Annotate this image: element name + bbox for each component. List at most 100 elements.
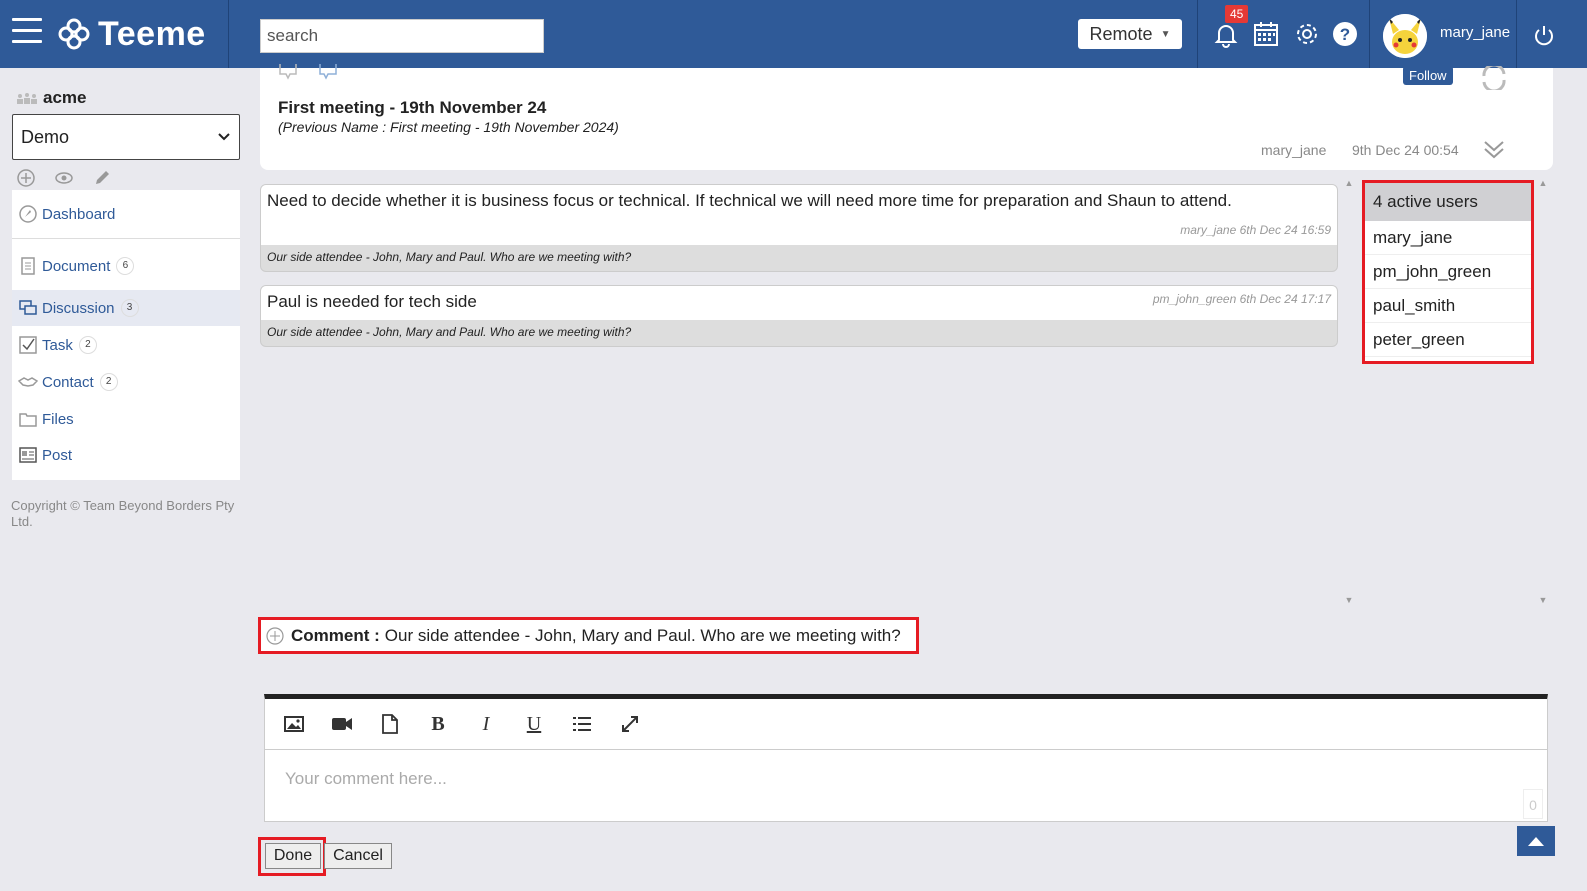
- active-user[interactable]: paul_smith: [1365, 289, 1531, 323]
- document-icon: [21, 257, 35, 275]
- count-badge: 2: [99, 373, 118, 391]
- sidebar-item-label: Discussion: [42, 299, 115, 317]
- sidebar-item-dashboard[interactable]: Dashboard: [12, 196, 240, 232]
- sidebar-item-document[interactable]: Document 6: [12, 248, 240, 284]
- power-icon[interactable]: [1532, 24, 1556, 48]
- file-icon[interactable]: [379, 713, 401, 735]
- topic-header: First meeting - 19th November 24 (Previo…: [260, 64, 1553, 170]
- bell-icon[interactable]: [1212, 20, 1240, 48]
- avatar[interactable]: [1383, 14, 1427, 58]
- topic-author: mary_jane: [1261, 142, 1327, 158]
- refresh-icon[interactable]: [1478, 66, 1510, 90]
- comment-context: Comment : Our side attendee - John, Mary…: [258, 617, 919, 654]
- message-text: Need to decide whether it is business fo…: [267, 191, 1232, 210]
- scroll-to-top-button[interactable]: [1517, 826, 1555, 856]
- count-badge: 6: [116, 257, 135, 275]
- sidebar-item-files[interactable]: Files: [12, 401, 240, 437]
- sidebar-item-label: Task: [42, 336, 73, 354]
- copyright: Copyright © Team Beyond Borders Pty Ltd.: [11, 498, 235, 529]
- sidebar-item-post[interactable]: Post: [12, 437, 240, 473]
- scroll-down-icon[interactable]: ▼: [1536, 595, 1550, 605]
- calendar-icon[interactable]: [1252, 20, 1280, 48]
- add-circle-icon[interactable]: [265, 626, 285, 646]
- discussion-icon: [19, 300, 37, 315]
- dashboard-icon: [19, 205, 37, 223]
- divider: [1516, 0, 1517, 68]
- mode-label: Remote: [1089, 23, 1153, 44]
- comment-text: Our side attendee - John, Mary and Paul.…: [384, 625, 901, 645]
- sidebar-item-contact[interactable]: Contact 2: [12, 364, 240, 400]
- fullscreen-icon[interactable]: [619, 713, 641, 735]
- comment-textarea[interactable]: Your comment here...: [285, 769, 447, 789]
- done-button[interactable]: Done: [265, 843, 321, 869]
- notification-badge: 45: [1225, 5, 1249, 23]
- comment-label: Comment :: [291, 625, 380, 645]
- divider: [12, 238, 240, 239]
- search-input[interactable]: [260, 19, 544, 53]
- svg-text:?: ?: [1340, 25, 1350, 44]
- handshake-icon: [18, 377, 38, 387]
- video-icon[interactable]: [331, 713, 353, 735]
- gear-icon[interactable]: [1293, 20, 1321, 48]
- menu-icon[interactable]: [12, 18, 42, 46]
- active-user[interactable]: pm_john_green: [1365, 255, 1531, 289]
- sidebar-item-discussion[interactable]: Discussion 3: [12, 290, 240, 326]
- count-badge: 3: [120, 299, 139, 317]
- cancel-button[interactable]: Cancel: [324, 843, 392, 869]
- scroll-up-icon[interactable]: ▲: [1536, 178, 1550, 188]
- arrow-up-icon: [1528, 837, 1544, 846]
- topic-date: 9th Dec 24 00:54: [1352, 142, 1459, 158]
- previous-name: (Previous Name : First meeting - 19th No…: [278, 119, 619, 135]
- comment-icon[interactable]: [318, 64, 340, 80]
- app-logo[interactable]: Teeme: [58, 12, 206, 56]
- project-select[interactable]: Demo: [12, 114, 240, 160]
- message-item: Need to decide whether it is business fo…: [260, 184, 1338, 272]
- divider: [1369, 0, 1370, 68]
- divider: [1197, 0, 1198, 68]
- sidebar-item-label: Files: [42, 410, 74, 428]
- avatar-image: [1383, 14, 1427, 58]
- username[interactable]: mary_jane: [1440, 24, 1510, 41]
- org-name[interactable]: acme: [16, 88, 86, 108]
- message-context: Our side attendee - John, Mary and Paul.…: [267, 325, 632, 339]
- comment-editor: B I U Your comment here... 0: [264, 694, 1548, 822]
- char-count: 0: [1523, 789, 1543, 819]
- image-icon[interactable]: [283, 713, 305, 735]
- sidebar-item-label: Post: [42, 446, 73, 464]
- add-icon[interactable]: [16, 168, 36, 188]
- double-chevron-down-icon[interactable]: [1482, 138, 1506, 162]
- app-name: Teeme: [98, 14, 206, 53]
- teeme-logo-icon: [58, 18, 90, 50]
- sidebar-item-task[interactable]: Task 2: [12, 327, 240, 363]
- active-user[interactable]: peter_green: [1365, 323, 1531, 357]
- chevron-down-icon: [218, 133, 230, 141]
- mode-dropdown[interactable]: Remote ▼: [1078, 19, 1182, 49]
- pencil-icon[interactable]: [92, 168, 112, 188]
- message-meta: mary_jane 6th Dec 24 16:59: [1180, 223, 1331, 237]
- scroll-down-icon[interactable]: ▼: [1342, 595, 1356, 605]
- caret-down-icon: ▼: [1160, 28, 1171, 40]
- active-user[interactable]: mary_jane: [1365, 221, 1531, 255]
- org-label: acme: [43, 88, 87, 107]
- message-meta: pm_john_green 6th Dec 24 17:17: [1152, 292, 1331, 306]
- italic-icon[interactable]: I: [475, 713, 497, 735]
- active-users-heading: 4 active users: [1365, 183, 1531, 221]
- editor-toolbar: B I U: [265, 699, 1547, 750]
- help-icon[interactable]: ?: [1331, 20, 1359, 48]
- eye-icon[interactable]: [54, 168, 74, 188]
- sidebar-actions: [16, 168, 112, 188]
- divider: [228, 0, 229, 68]
- sidebar-item-label: Document: [42, 257, 111, 275]
- chat-icon[interactable]: [278, 64, 300, 80]
- bold-icon[interactable]: B: [427, 713, 449, 735]
- post-icon: [19, 447, 37, 463]
- list-icon[interactable]: [571, 713, 593, 735]
- task-icon: [19, 336, 37, 354]
- scroll-up-icon[interactable]: ▲: [1342, 178, 1356, 188]
- sidebar-nav: Dashboard Document 6 Discussion 3 Task 2…: [12, 190, 240, 480]
- project-value: Demo: [21, 126, 70, 147]
- sidebar-item-label: Dashboard: [42, 205, 116, 223]
- follow-button[interactable]: Follow: [1403, 66, 1453, 85]
- underline-icon[interactable]: U: [523, 713, 545, 735]
- org-icon: [17, 93, 37, 104]
